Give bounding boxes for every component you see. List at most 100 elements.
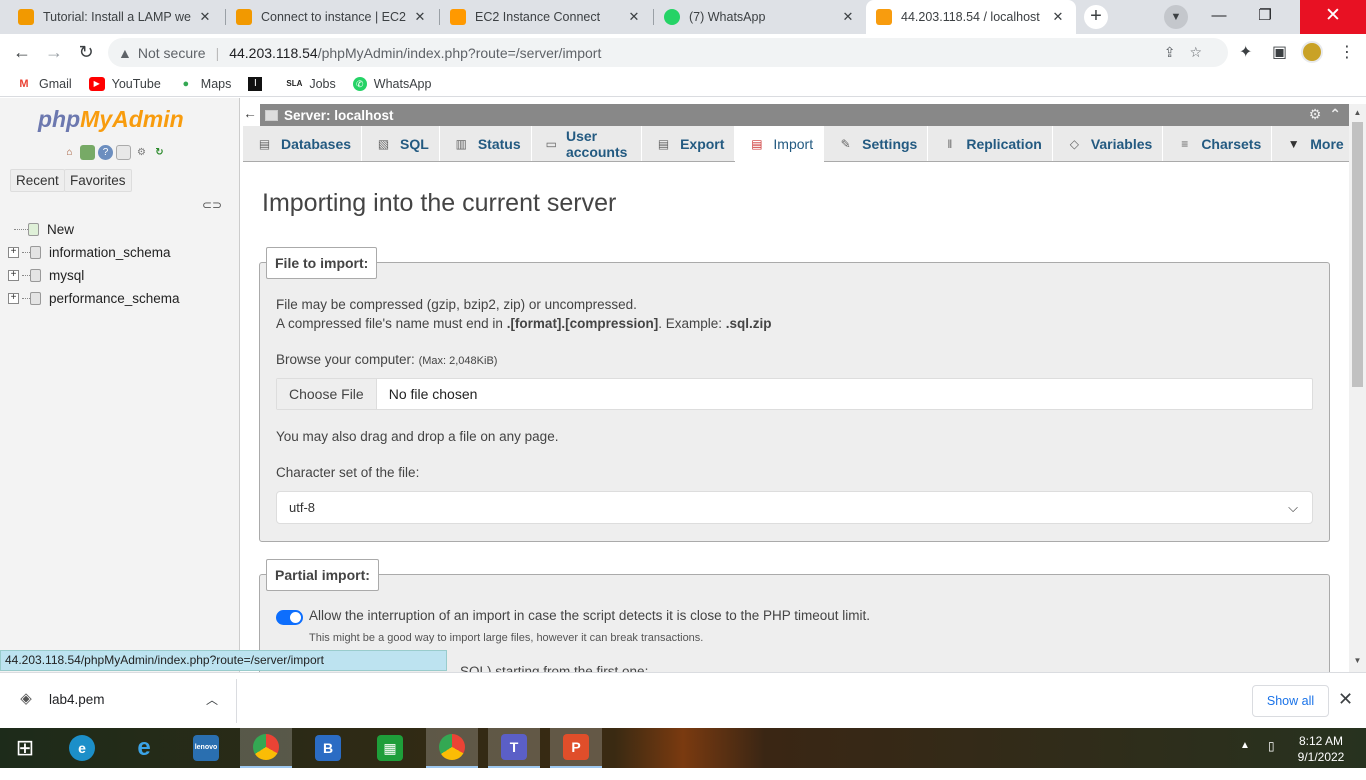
taskbar-bluejeans[interactable]: B: [302, 728, 354, 768]
tree-database[interactable]: + mysql: [8, 264, 180, 287]
scrollbar-thumb[interactable]: [1352, 122, 1363, 387]
profile-avatar[interactable]: [1301, 41, 1323, 63]
aws-docs-favicon-icon: [18, 9, 34, 25]
tree-database[interactable]: + information_schema: [8, 241, 180, 264]
reload-icon[interactable]: ↻: [152, 145, 167, 160]
tab-search-button[interactable]: ▼: [1164, 5, 1188, 29]
bookmark-youtube[interactable]: ▶ YouTube: [88, 76, 161, 91]
address-bar[interactable]: ▲ Not secure | 44.203.118.54 /phpMyAdmin…: [108, 38, 1228, 67]
bookmark-whatsapp[interactable]: ✆ WhatsApp: [352, 76, 431, 91]
warning-icon[interactable]: ▲: [118, 45, 132, 61]
bookmark-label: Gmail: [39, 76, 72, 91]
expand-icon[interactable]: +: [8, 270, 19, 281]
home-icon[interactable]: ⌂: [62, 145, 77, 160]
tab-settings[interactable]: ✎ Settings: [824, 126, 929, 161]
phpmyadmin-logo[interactable]: phpMyAdmin: [38, 106, 184, 133]
browser-tab-2[interactable]: Connect to instance | EC2 M ✕: [226, 0, 438, 34]
page-title: Importing into the current server: [262, 189, 617, 217]
system-clock[interactable]: 8:12 AM 9/1/2022: [1290, 733, 1352, 765]
tab-status[interactable]: ▥ Status: [440, 126, 532, 161]
browser-menu-icon[interactable]: ⋮: [1339, 42, 1355, 62]
taskbar-teams[interactable]: T: [488, 728, 540, 768]
side-panel-icon[interactable]: ▣: [1272, 42, 1287, 62]
favorites-button[interactable]: Favorites: [64, 169, 132, 192]
file-input[interactable]: Choose File No file chosen: [276, 378, 1313, 410]
taskbar-chrome[interactable]: [240, 728, 292, 768]
tab-user-accounts[interactable]: ▭ User accounts: [532, 126, 643, 161]
back-button[interactable]: ←: [10, 40, 34, 64]
expand-icon[interactable]: +: [8, 247, 19, 258]
filename-note-mid: . Example:: [658, 316, 726, 331]
server-label[interactable]: Server: localhost: [284, 108, 394, 123]
help-icon[interactable]: ?: [98, 145, 113, 160]
taskbar-edge[interactable]: e: [56, 728, 108, 768]
close-tab-icon[interactable]: ✕: [1050, 9, 1066, 25]
reload-button[interactable]: ↻: [74, 40, 98, 64]
tab-replication[interactable]: ‖ Replication: [928, 126, 1053, 161]
tab-import[interactable]: ▤ Import: [735, 126, 825, 162]
security-label[interactable]: Not secure: [138, 45, 206, 61]
close-tab-icon[interactable]: ✕: [840, 9, 856, 25]
charset-label: Character set of the file:: [276, 465, 420, 480]
docs-icon[interactable]: [116, 145, 131, 160]
bookmark-gmail[interactable]: M Gmail: [16, 76, 72, 91]
max-size-label: (Max: 2,048KiB): [418, 355, 498, 367]
choose-file-button[interactable]: Choose File: [277, 379, 377, 409]
allow-interrupt-toggle[interactable]: [276, 610, 303, 625]
database-icon: [30, 292, 41, 305]
start-button[interactable]: ⊞: [0, 728, 50, 768]
bookmark-imdb[interactable]: I: [248, 76, 269, 91]
browser-tab-4[interactable]: (7) WhatsApp ✕: [654, 0, 866, 34]
browser-tab-1[interactable]: Tutorial: Install a LAMP web ✕: [8, 0, 223, 34]
close-tab-icon[interactable]: ✕: [412, 9, 428, 25]
close-tab-icon[interactable]: ✕: [626, 9, 642, 25]
share-bookmark-icons[interactable]: ⇪☆: [1164, 44, 1216, 61]
link-with-main-panel-icon[interactable]: ⊂⊃: [202, 198, 222, 212]
extensions-icon[interactable]: ✦: [1239, 42, 1252, 62]
tab-more[interactable]: ▼ More: [1272, 126, 1353, 161]
settings-gear-icon[interactable]: ⚙: [134, 145, 149, 160]
forward-button[interactable]: →: [42, 40, 66, 64]
tab-label: Replication: [966, 135, 1042, 152]
taskbar-chrome-2[interactable]: [426, 728, 478, 768]
show-all-button[interactable]: Show all: [1252, 685, 1329, 717]
tree-database[interactable]: + performance_schema: [8, 287, 180, 310]
import-icon: ▤: [751, 137, 763, 151]
taskbar-store[interactable]: ▦: [364, 728, 416, 768]
tab-databases[interactable]: ▤ Databases: [243, 126, 363, 161]
close-icon[interactable]: ✕: [1338, 689, 1353, 710]
chevron-up-icon[interactable]: ︿: [206, 691, 218, 708]
collapse-nav-icon[interactable]: ←: [240, 104, 260, 126]
charset-select[interactable]: utf-8 ⌵: [276, 491, 1313, 524]
close-window-button[interactable]: ✕: [1300, 0, 1366, 34]
page-settings-icons[interactable]: ⚙⌃: [1309, 106, 1349, 123]
tree-connector: [14, 229, 28, 230]
bookmark-jobs[interactable]: SLA Jobs: [286, 77, 335, 91]
browser-tab-5-active[interactable]: 44.203.118.54 / localhost | p ✕: [866, 0, 1076, 34]
recent-button[interactable]: Recent: [10, 169, 65, 192]
tab-export[interactable]: ▤ Export: [642, 126, 736, 161]
bookmark-maps[interactable]: ● Maps: [178, 77, 231, 91]
taskbar-app[interactable]: P: [550, 728, 602, 768]
restore-button[interactable]: ❐: [1242, 0, 1288, 34]
new-tab-button[interactable]: +: [1084, 5, 1108, 29]
tab-variables[interactable]: ◇ Variables: [1053, 126, 1164, 161]
taskbar-internet-explorer[interactable]: e: [118, 728, 170, 768]
battery-icon[interactable]: ▯: [1268, 739, 1275, 779]
tab-sql[interactable]: ▧ SQL: [362, 126, 440, 161]
page-scrollbar[interactable]: ▲ ▼: [1349, 104, 1366, 672]
tray-expand-icon[interactable]: ▲: [1240, 740, 1250, 780]
tab-charsets[interactable]: ≡ Charsets: [1163, 126, 1273, 161]
expand-icon[interactable]: +: [8, 293, 19, 304]
scroll-up-icon[interactable]: ▲: [1349, 108, 1366, 117]
close-tab-icon[interactable]: ✕: [197, 9, 213, 25]
scroll-down-icon[interactable]: ▼: [1349, 656, 1366, 665]
taskbar-lenovo[interactable]: lenovo: [180, 728, 232, 768]
tree-new-database[interactable]: New: [8, 218, 180, 241]
minimize-button[interactable]: —: [1196, 0, 1242, 34]
download-item[interactable]: ◈ lab4.pem: [18, 691, 104, 707]
gmail-icon: M: [19, 77, 29, 90]
browse-label: Browse your computer: (Max: 2,048KiB): [276, 352, 497, 367]
logout-icon[interactable]: [80, 145, 95, 160]
browser-tab-3[interactable]: EC2 Instance Connect ✕: [440, 0, 652, 34]
